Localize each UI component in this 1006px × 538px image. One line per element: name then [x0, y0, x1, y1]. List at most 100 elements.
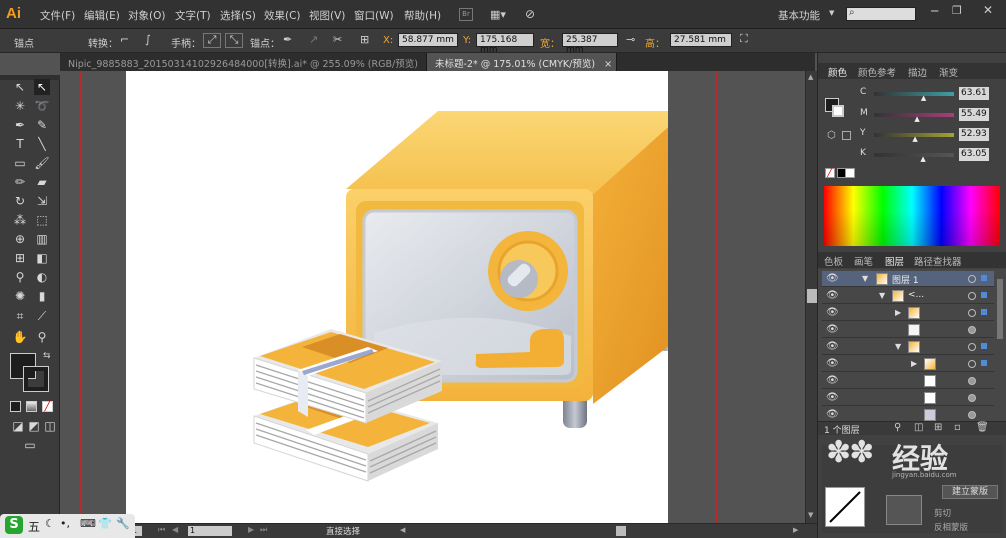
magic-wand-icon[interactable]: ✳	[12, 98, 28, 114]
eraser-tool-icon[interactable]: ▰	[34, 174, 50, 190]
tab-stroke[interactable]: 描边	[908, 65, 927, 79]
layers-scroll-thumb[interactable]	[997, 279, 1003, 339]
paintbrush-tool-icon[interactable]: 🖌	[34, 155, 50, 171]
cut-path-icon[interactable]: ✂	[333, 34, 342, 46]
curvature-tool-icon[interactable]: ✎	[34, 117, 50, 133]
color-mode-icon[interactable]	[10, 401, 21, 412]
make-clipping-mask-icon[interactable]: ◫	[914, 422, 923, 433]
slider-handle-icon[interactable]: ▲	[920, 155, 925, 163]
selection-square-icon[interactable]	[981, 360, 987, 366]
ime-mode[interactable]: 五	[28, 518, 40, 535]
color-stroke-swatch[interactable]	[832, 105, 844, 117]
expand-arrow-icon[interactable]: ▼	[879, 291, 885, 300]
convert-smooth-icon[interactable]: ∫	[145, 34, 151, 46]
ime-keyboard-icon[interactable]: ⌨	[80, 517, 96, 530]
target-circle-icon[interactable]	[968, 411, 976, 419]
bridge-button[interactable]: Br	[459, 8, 473, 21]
layer-row[interactable]: 👁 ▶	[822, 305, 994, 321]
out-of-gamut-icon[interactable]: ⬡	[827, 130, 836, 141]
expand-arrow-icon[interactable]: ▼	[895, 342, 901, 351]
rotate-tool-icon[interactable]: ↻	[12, 193, 28, 209]
menu-view[interactable]: 视图(V)	[309, 8, 345, 23]
ime-punct-icon[interactable]: •,	[60, 517, 70, 530]
first-page-icon[interactable]: ⏮	[158, 525, 165, 535]
new-sublayer-icon[interactable]: ⊞	[934, 422, 942, 433]
menu-effect[interactable]: 效果(C)	[264, 8, 301, 23]
gradient-tool-icon[interactable]: ◧	[34, 250, 50, 266]
hand-tool-icon[interactable]: ✋	[12, 329, 28, 345]
scroll-right-icon[interactable]: ▶	[793, 526, 798, 534]
line-tool-icon[interactable]: ╲	[34, 136, 50, 152]
visibility-eye-icon[interactable]: 👁	[826, 308, 839, 318]
selection-square-icon[interactable]	[981, 275, 987, 281]
search-input[interactable]: ⌕	[846, 7, 916, 21]
visibility-eye-icon[interactable]: 👁	[826, 410, 839, 420]
scroll-up-icon[interactable]: ▲	[808, 73, 813, 81]
screen-mode-icon[interactable]: ▭	[22, 437, 38, 453]
visibility-eye-icon[interactable]: 👁	[826, 376, 839, 386]
draw-behind-icon[interactable]: ◩	[26, 418, 42, 434]
zoom-tool-icon[interactable]: ⚲	[34, 329, 50, 345]
tab-color-guide[interactable]: 颜色参考	[858, 65, 896, 79]
rectangle-tool-icon[interactable]: ▭	[12, 155, 28, 171]
visibility-eye-icon[interactable]: 👁	[826, 359, 839, 369]
show-handles-icon[interactable]: ⤢	[203, 33, 221, 48]
artboard[interactable]	[126, 71, 686, 523]
layer-row-group[interactable]: 👁 ▼ <...	[822, 288, 994, 304]
tab-color[interactable]: 颜色	[828, 65, 847, 79]
layer-row[interactable]: 👁 ▶	[822, 356, 994, 372]
prev-page-icon[interactable]: ◀	[172, 525, 178, 534]
tab-brushes[interactable]: 画笔	[854, 254, 873, 268]
menu-window[interactable]: 窗口(W)	[354, 8, 394, 23]
visibility-eye-icon[interactable]: 👁	[826, 291, 839, 301]
pen-tool-icon[interactable]: ✒	[12, 117, 28, 133]
selection-tool-icon[interactable]: ↖	[12, 79, 28, 95]
hide-handles-icon[interactable]: ⤡	[225, 33, 243, 48]
menu-select[interactable]: 选择(S)	[220, 8, 256, 23]
height-field[interactable]: 27.581 mm	[670, 33, 732, 47]
swap-fill-stroke-icon[interactable]: ⇆	[43, 351, 51, 361]
stroke-swatch[interactable]	[23, 366, 49, 392]
invert-mask-checkbox-label[interactable]: 反相蒙版	[934, 521, 968, 533]
layer-row[interactable]: 👁	[822, 322, 994, 338]
next-page-icon[interactable]: ▶	[248, 525, 254, 534]
shape-builder-icon[interactable]: ⊕	[12, 231, 28, 247]
connect-anchor-icon[interactable]: ↗	[309, 34, 318, 46]
visibility-eye-icon[interactable]: 👁	[826, 393, 839, 403]
last-page-icon[interactable]: ⏭	[260, 525, 267, 535]
blend-tool-icon[interactable]: ◐	[34, 269, 50, 285]
canvas-area[interactable]	[60, 71, 805, 523]
tab-close-icon[interactable]: ×	[604, 59, 612, 70]
column-graph-icon[interactable]: ▮	[34, 288, 50, 304]
transform-icon[interactable]: ⛶	[740, 33, 748, 45]
none-swatch[interactable]: ╱	[825, 168, 835, 178]
workspace-dropdown-icon[interactable]: ▼	[829, 9, 834, 17]
direct-selection-tool-icon[interactable]: ↖	[34, 79, 50, 95]
arrange-documents-icon[interactable]: ▦▾	[490, 8, 512, 21]
ime-skin-icon[interactable]: 👕	[98, 517, 112, 530]
ime-logo-icon[interactable]: S	[5, 516, 23, 534]
width-field[interactable]: 25.387 mm	[562, 33, 618, 55]
restore-icon[interactable]: ❐	[952, 4, 962, 17]
menu-type[interactable]: 文字(T)	[175, 8, 211, 23]
target-circle-icon[interactable]	[968, 292, 976, 300]
visibility-eye-icon[interactable]: 👁	[826, 342, 839, 352]
free-transform-icon[interactable]: ⬚	[34, 212, 50, 228]
transparency-thumbnail[interactable]	[825, 487, 865, 527]
target-circle-icon[interactable]	[968, 343, 976, 351]
visibility-eye-icon[interactable]: 👁	[826, 325, 839, 335]
channel-value[interactable]: 63.61	[959, 87, 989, 100]
mask-thumbnail[interactable]	[886, 495, 922, 525]
close-icon[interactable]: ✕	[983, 3, 993, 17]
gpu-performance-icon[interactable]: ⊘	[525, 7, 535, 21]
expand-arrow-icon[interactable]: ▼	[862, 274, 868, 283]
channel-value[interactable]: 63.05	[959, 148, 989, 161]
artboard-tool-icon[interactable]: ⌗	[12, 308, 28, 324]
layer-row-top[interactable]: 👁 ▼ 图层 1	[822, 271, 994, 287]
channel-slider[interactable]	[874, 92, 954, 96]
mesh-tool-icon[interactable]: ⊞	[12, 250, 28, 266]
symbol-sprayer-icon[interactable]: ✺	[12, 288, 28, 304]
tab-document-2[interactable]: 未标题-2* @ 175.01% (CMYK/预览) ×	[427, 53, 617, 71]
target-circle-icon[interactable]	[968, 275, 976, 283]
y-field[interactable]: 175.168 mm	[476, 33, 534, 55]
